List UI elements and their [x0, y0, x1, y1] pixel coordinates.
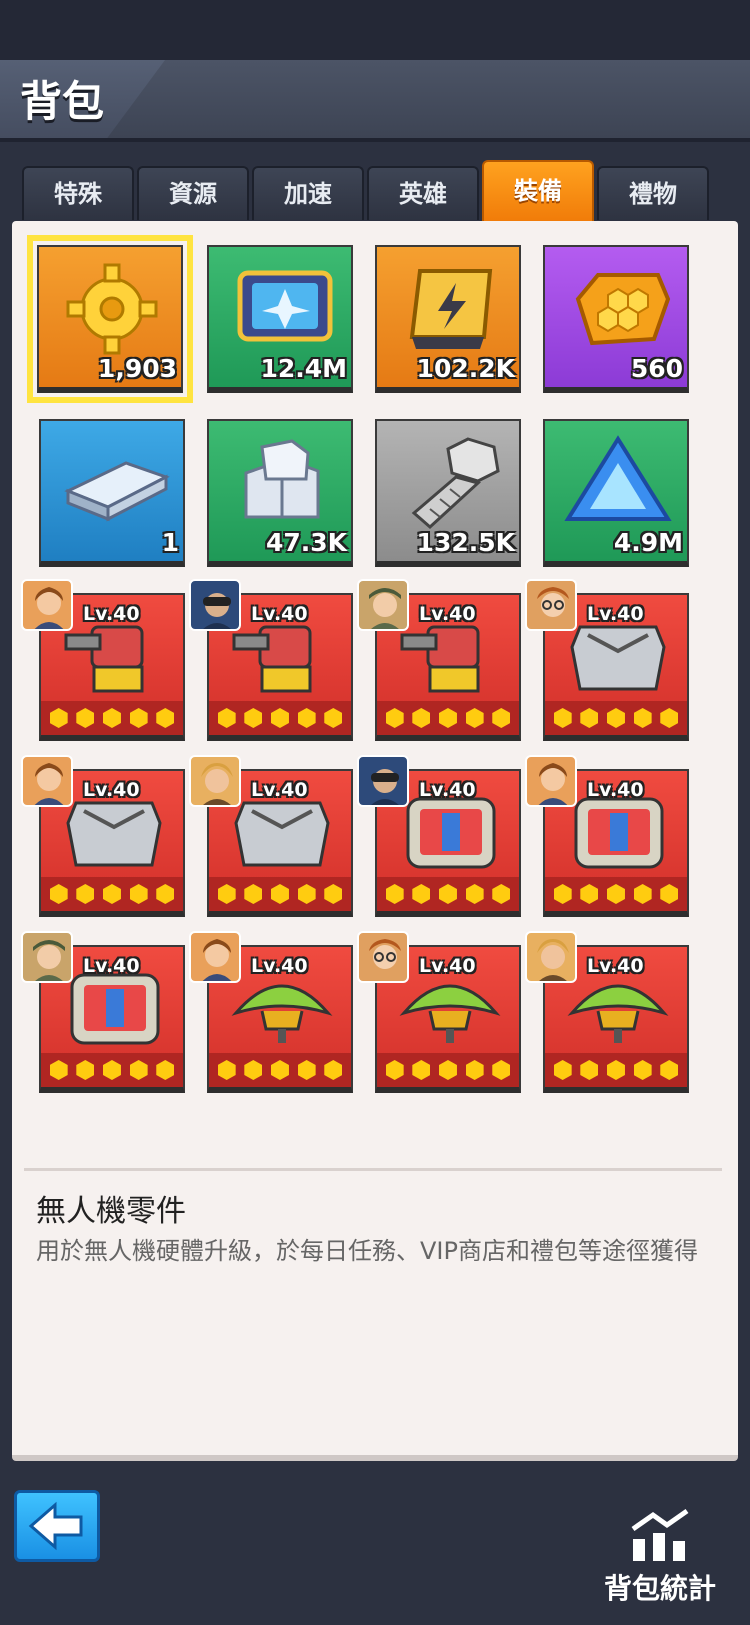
hero-portrait-icon	[21, 755, 73, 807]
hero-portrait-icon	[21, 931, 73, 983]
star-rating	[41, 877, 183, 911]
equipment-slot[interactable]: Lv.40	[357, 931, 521, 1093]
star-rating	[377, 877, 519, 911]
equipment-level: Lv.40	[419, 955, 476, 977]
crystal-triangle-icon	[564, 435, 672, 521]
equipment-slot[interactable]: Lv.40	[525, 579, 689, 741]
description-divider	[24, 1168, 722, 1171]
drone-chip-icon	[237, 270, 333, 342]
equipment-level: Lv.40	[83, 603, 140, 625]
equipment-level: Lv.40	[251, 779, 308, 801]
item-slot[interactable]: 47.3K	[207, 419, 353, 567]
equipment-slot[interactable]: Lv.40	[525, 755, 689, 917]
tab-resources[interactable]: 資源	[137, 166, 249, 220]
star-rating	[545, 701, 687, 735]
star-rating	[545, 877, 687, 911]
item-slot[interactable]: 1	[39, 419, 185, 567]
item-count: 1,903	[97, 354, 177, 383]
back-button[interactable]	[14, 1490, 100, 1562]
equipment-slot[interactable]: Lv.40	[21, 755, 185, 917]
back-arrow-icon	[28, 1501, 83, 1551]
star-rating	[545, 1053, 687, 1087]
equipment-slot[interactable]: Lv.40	[21, 931, 185, 1093]
equipment-level: Lv.40	[83, 779, 140, 801]
hero-portrait-icon	[189, 755, 241, 807]
equipment-slot[interactable]: Lv.40	[21, 579, 185, 741]
inventory-stats-button[interactable]: 背包統計	[590, 1505, 730, 1615]
star-rating	[209, 1053, 351, 1087]
steel-ingot-icon	[64, 461, 170, 522]
honeycomb-armor-icon	[575, 273, 671, 346]
item-count: 102.2K	[416, 354, 515, 383]
inventory-panel: 1,903 12.4M 102.2K 560 1 47.3K 132.5K 4.…	[12, 221, 738, 1461]
hero-portrait-icon	[357, 755, 409, 807]
energy-module-icon	[409, 269, 493, 349]
tab-heroes[interactable]: 英雄	[367, 166, 479, 220]
tab-equipment[interactable]: 裝備	[482, 160, 594, 224]
equipment-slot[interactable]: Lv.40	[189, 931, 353, 1093]
hero-portrait-icon	[525, 931, 577, 983]
hero-portrait-icon	[525, 755, 577, 807]
stats-chart-icon	[631, 1508, 689, 1561]
gear-icon	[66, 263, 158, 355]
alloy-blocks-icon	[244, 439, 320, 519]
tab-special[interactable]: 特殊	[22, 166, 134, 220]
star-rating	[377, 701, 519, 735]
hero-portrait-icon	[357, 579, 409, 631]
item-name: 無人機零件	[36, 1194, 186, 1229]
equipment-level: Lv.40	[419, 603, 476, 625]
equipment-slot[interactable]: Lv.40	[189, 579, 353, 741]
hero-portrait-icon	[21, 579, 73, 631]
equipment-slot[interactable]: Lv.40	[357, 579, 521, 741]
equipment-slot[interactable]: Lv.40	[525, 931, 689, 1093]
equipment-level: Lv.40	[587, 955, 644, 977]
star-rating	[41, 701, 183, 735]
item-slot[interactable]: 4.9M	[543, 419, 689, 567]
page-title: 背包	[20, 77, 105, 126]
item-slot[interactable]: 560	[543, 245, 689, 393]
top-bar	[0, 0, 750, 60]
item-description: 用於無人機硬體升級，於每日任務、VIP商店和禮包等途徑獲得	[36, 1237, 698, 1265]
hero-portrait-icon	[357, 931, 409, 983]
stats-label: 背包統計	[603, 1572, 716, 1605]
category-tabs: 特殊 資源 加速 英雄 裝備 禮物	[22, 160, 728, 236]
bolt-icon	[411, 437, 500, 530]
equipment-slot[interactable]: Lv.40	[357, 755, 521, 917]
star-rating	[377, 1053, 519, 1087]
hero-portrait-icon	[525, 579, 577, 631]
item-count: 47.3K	[265, 528, 347, 557]
star-rating	[209, 877, 351, 911]
equipment-level: Lv.40	[251, 603, 308, 625]
item-slot[interactable]: 102.2K	[375, 245, 521, 393]
item-count: 560	[630, 354, 683, 383]
equipment-level: Lv.40	[419, 779, 476, 801]
item-count: 132.5K	[416, 528, 515, 557]
star-rating	[41, 1053, 183, 1087]
equipment-level: Lv.40	[251, 955, 308, 977]
item-count: 12.4M	[260, 354, 347, 383]
hero-portrait-icon	[189, 931, 241, 983]
item-count: 1	[161, 528, 179, 557]
equipment-level: Lv.40	[587, 603, 644, 625]
tab-speedups[interactable]: 加速	[252, 166, 364, 220]
tab-gifts[interactable]: 禮物	[597, 166, 709, 220]
hero-portrait-icon	[189, 579, 241, 631]
star-rating	[209, 701, 351, 735]
item-slot[interactable]: 12.4M	[207, 245, 353, 393]
equipment-slot[interactable]: Lv.40	[189, 755, 353, 917]
equipment-level: Lv.40	[83, 955, 140, 977]
item-slot[interactable]: 1,903	[27, 235, 193, 403]
item-slot[interactable]: 132.5K	[375, 419, 521, 567]
item-count: 4.9M	[613, 528, 683, 557]
equipment-level: Lv.40	[587, 779, 644, 801]
